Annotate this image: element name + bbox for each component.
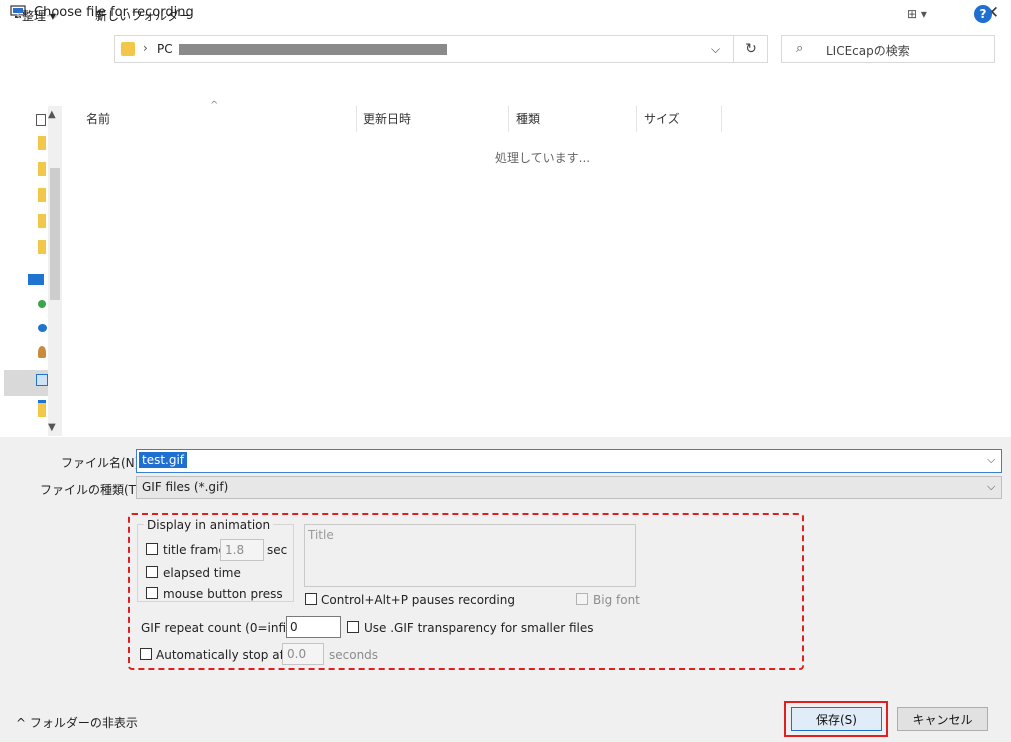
- column-header-name[interactable]: 名前: [86, 110, 110, 127]
- sync-icon[interactable]: [38, 300, 46, 308]
- refresh-icon[interactable]: ↻: [733, 35, 768, 63]
- auto-stop-checkbox[interactable]: [140, 648, 152, 660]
- pause-hotkey-checkbox[interactable]: [305, 593, 317, 605]
- auto-stop-unit: seconds: [329, 648, 379, 662]
- loading-status: 処理しています...: [495, 151, 591, 165]
- transparency-label: Use .GIF transparency for smaller files: [364, 621, 594, 635]
- scroll-up-icon[interactable]: ▲: [48, 109, 56, 120]
- library-icon[interactable]: [38, 400, 46, 417]
- breadcrumb-separator-icon: ›: [143, 41, 148, 55]
- auto-stop-seconds-input[interactable]: 0.0: [282, 643, 324, 665]
- file-type-label: ファイルの種類(T):: [40, 483, 145, 497]
- sort-ascending-icon: ^: [210, 100, 219, 111]
- new-folder-button[interactable]: 新しいフォルダー: [95, 7, 191, 24]
- navigation-pane: ▲ ▼: [0, 106, 62, 436]
- view-options-icon[interactable]: ⊞ ▾: [907, 7, 927, 21]
- column-divider[interactable]: [356, 106, 357, 132]
- folder-icon[interactable]: [38, 240, 46, 254]
- save-button[interactable]: 保存(S): [791, 707, 882, 731]
- big-font-label: Big font: [593, 593, 640, 607]
- column-header-modified[interactable]: 更新日時: [363, 110, 411, 127]
- onedrive-icon[interactable]: [38, 324, 47, 332]
- title-frame-unit: sec: [267, 543, 288, 557]
- title-placeholder: Title: [308, 528, 334, 542]
- title-textarea[interactable]: [304, 524, 636, 587]
- folder-icon[interactable]: [38, 188, 46, 202]
- pc-icon[interactable]: [36, 374, 48, 386]
- hide-folders-button[interactable]: ^ フォルダーの非表示: [16, 714, 138, 731]
- folder-icon[interactable]: [38, 136, 46, 150]
- chevron-down-icon[interactable]: ⌵: [987, 480, 995, 494]
- elapsed-time-label: elapsed time: [163, 566, 241, 580]
- address-bar[interactable]: › PC ⌵: [114, 35, 768, 63]
- mouse-button-checkbox[interactable]: [146, 587, 158, 599]
- display-group-title: Display in animation: [144, 518, 274, 532]
- column-divider[interactable]: [508, 106, 509, 132]
- quick-access-icon[interactable]: [36, 114, 46, 126]
- file-type-select[interactable]: GIF files (*.gif) ⌵: [136, 476, 1002, 499]
- chevron-down-icon[interactable]: ⌵: [987, 453, 995, 467]
- breadcrumb-pc[interactable]: PC: [157, 42, 173, 56]
- search-placeholder: LICEcapの検索: [826, 44, 910, 58]
- folder-icon[interactable]: [38, 162, 46, 176]
- organize-button[interactable]: 整理 ▾: [22, 7, 56, 24]
- file-type-value: GIF files (*.gif): [142, 480, 229, 494]
- search-icon: ⌕: [796, 41, 804, 56]
- auto-stop-label: Automatically stop after: [156, 648, 301, 662]
- help-icon[interactable]: ?: [974, 5, 992, 23]
- pause-hotkey-label: Control+Alt+P pauses recording: [321, 593, 515, 607]
- scroll-down-icon[interactable]: ▼: [48, 422, 56, 433]
- transparency-checkbox[interactable]: [347, 621, 359, 633]
- user-icon[interactable]: [38, 346, 46, 358]
- elapsed-time-checkbox[interactable]: [146, 566, 158, 578]
- title-frame-seconds-input[interactable]: 1.8: [220, 539, 264, 561]
- file-name-value[interactable]: test.gif: [139, 452, 188, 468]
- big-font-checkbox[interactable]: [576, 593, 588, 605]
- file-name-label: ファイル名(N):: [61, 456, 144, 470]
- file-name-input[interactable]: test.gif ⌵: [136, 449, 1002, 473]
- chevron-down-icon[interactable]: ⌵: [711, 42, 720, 57]
- column-divider[interactable]: [636, 106, 637, 132]
- nav-scrollbar-thumb[interactable]: [50, 168, 60, 300]
- desktop-icon[interactable]: [28, 274, 44, 285]
- column-header-type[interactable]: 種類: [516, 110, 540, 127]
- column-header-size[interactable]: サイズ: [644, 110, 680, 127]
- repeat-count-input[interactable]: 0: [286, 616, 341, 638]
- cancel-button[interactable]: キャンセル: [897, 707, 988, 731]
- column-divider[interactable]: [721, 106, 722, 132]
- redacted-path: [179, 44, 447, 55]
- mouse-button-label: mouse button press: [163, 587, 283, 601]
- title-frame-checkbox[interactable]: [146, 543, 158, 555]
- folder-icon: [121, 42, 135, 56]
- folder-icon[interactable]: [38, 214, 46, 228]
- search-box[interactable]: ⌕ LICEcapの検索: [781, 35, 995, 63]
